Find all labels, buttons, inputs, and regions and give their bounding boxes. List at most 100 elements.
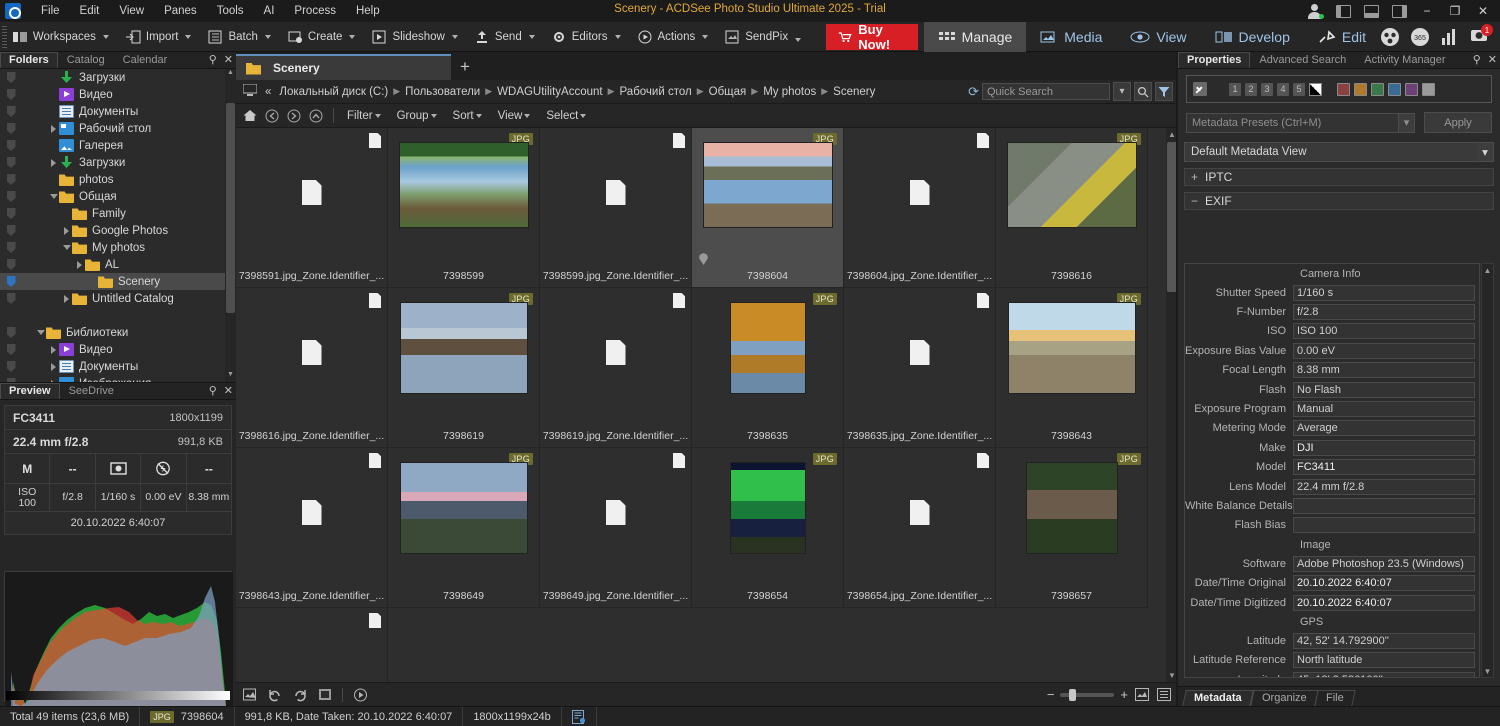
- minimize-button[interactable]: −: [1414, 1, 1440, 21]
- thumbnail-cell[interactable]: JPG 7398599: [388, 128, 540, 288]
- chevron-down-icon[interactable]: [451, 34, 458, 39]
- tree-item-[interactable]: Документы: [0, 103, 236, 120]
- forward-icon[interactable]: [284, 106, 304, 126]
- exif-field-value[interactable]: [1293, 517, 1475, 534]
- tab-preview[interactable]: Preview: [0, 383, 60, 399]
- exif-scroll-down[interactable]: ▼: [1482, 665, 1493, 677]
- layout-bottom-icon[interactable]: [1358, 1, 1384, 21]
- metadata-presets-select[interactable]: Metadata Presets (Ctrl+M) ▾: [1186, 112, 1415, 133]
- thumbnail-cell[interactable]: JPG 7398635: [692, 288, 844, 448]
- thumbnail-image[interactable]: [729, 462, 806, 554]
- rating-3[interactable]: 3: [1261, 82, 1273, 96]
- tab-folders[interactable]: Folders: [0, 52, 58, 68]
- exif-field-value[interactable]: DJI: [1293, 439, 1475, 456]
- restore-button[interactable]: ❐: [1442, 1, 1468, 21]
- rotate-left-icon[interactable]: [267, 687, 283, 703]
- metadata-view-select[interactable]: Default Metadata View ▾: [1184, 142, 1494, 162]
- chevron-down-icon[interactable]: [528, 34, 535, 39]
- chevron-down-icon[interactable]: [795, 37, 802, 42]
- exif-field-value[interactable]: f/2.8: [1293, 304, 1475, 321]
- breadcrumb-item-0[interactable]: Локальный диск (C:): [275, 86, 392, 98]
- chevron-down-icon[interactable]: [48, 194, 59, 199]
- select-menu[interactable]: Select: [540, 108, 594, 124]
- tree-item-[interactable]: Загрузки: [0, 69, 236, 86]
- thumbnail-view-icon[interactable]: [1134, 687, 1150, 703]
- tree-flag-icon[interactable]: [0, 276, 22, 287]
- breadcrumb-item-5[interactable]: My photos: [759, 86, 820, 98]
- filter-button[interactable]: [1155, 82, 1173, 101]
- layout-left-icon[interactable]: [1330, 1, 1356, 21]
- thumbnail-cell[interactable]: 7398643.jpg_Zone.Identifier_...: [236, 448, 388, 608]
- breadcrumb-overflow[interactable]: «: [261, 86, 275, 98]
- tab-properties[interactable]: Properties: [1178, 52, 1251, 68]
- thumbnail-image[interactable]: [1007, 302, 1136, 394]
- thumbnail-cell[interactable]: JPG 7398643: [996, 288, 1148, 448]
- exif-field-value[interactable]: North latitude: [1293, 652, 1475, 669]
- close-button[interactable]: ✕: [1470, 1, 1496, 21]
- rating-1[interactable]: 1: [1229, 82, 1241, 96]
- tree-item-untitled-catalog[interactable]: Untitled Catalog: [0, 290, 236, 307]
- thumbnail-cell[interactable]: [236, 608, 388, 682]
- clear-rating-icon[interactable]: [1309, 82, 1322, 96]
- search-input[interactable]: Quick Search: [982, 83, 1110, 100]
- chevron-down-icon[interactable]: [185, 34, 192, 39]
- scroll-down-arrow[interactable]: ▼: [225, 371, 236, 382]
- computer-icon[interactable]: [236, 83, 261, 99]
- tab-calendar[interactable]: Calendar: [114, 52, 177, 68]
- tab-file[interactable]: File: [1314, 690, 1356, 706]
- mode-develop[interactable]: Develop: [1201, 22, 1304, 52]
- chevron-down-icon[interactable]: [349, 34, 356, 39]
- file-tab-scenery[interactable]: Scenery: [236, 54, 451, 80]
- pin-icon[interactable]: ⚲: [209, 384, 217, 397]
- chevron-down-icon[interactable]: [702, 34, 709, 39]
- exif-field-value[interactable]: 1/160 s: [1293, 284, 1475, 301]
- tree-flag-icon[interactable]: [0, 242, 22, 253]
- tree-flag-icon[interactable]: [0, 259, 22, 270]
- color-label-purple[interactable]: [1405, 82, 1418, 96]
- zoom-slider[interactable]: [1060, 688, 1115, 701]
- refresh-icon[interactable]: ⟳: [968, 84, 979, 100]
- layout-right-icon[interactable]: [1386, 1, 1412, 21]
- tree-flag-icon[interactable]: [0, 191, 22, 202]
- tree-flag-icon[interactable]: [0, 140, 22, 151]
- mode-media[interactable]: Media: [1026, 22, 1116, 52]
- thumbnail-image[interactable]: [399, 462, 528, 554]
- list-view-icon[interactable]: [1156, 687, 1172, 703]
- thumbnail-cell[interactable]: JPG 7398604: [692, 128, 844, 288]
- chevron-right-icon[interactable]: [48, 158, 59, 167]
- exif-field-value[interactable]: Manual: [1293, 401, 1475, 418]
- rating-5[interactable]: 5: [1293, 82, 1305, 96]
- thumbnail-image[interactable]: [1025, 462, 1118, 554]
- fullscreen-icon[interactable]: [317, 687, 333, 703]
- tree-item-[interactable]: Изображения: [0, 375, 236, 382]
- exif-field-value[interactable]: Adobe Photoshop 23.5 (Windows): [1293, 555, 1475, 572]
- color-label-red[interactable]: [1337, 82, 1350, 96]
- close-icon[interactable]: ✕: [224, 384, 233, 397]
- exif-field-value[interactable]: 22.4 mm f/2.8: [1293, 478, 1475, 495]
- exif-field-value[interactable]: 45, 18' 3.586100'': [1293, 671, 1475, 677]
- iptc-expander[interactable]: +: [1190, 170, 1199, 184]
- select-all-checkbox[interactable]: [1193, 82, 1207, 96]
- iptc-group-header[interactable]: + IPTC: [1184, 168, 1494, 186]
- tree-item-my-photos[interactable]: My photos: [0, 239, 236, 256]
- breadcrumb-item-2[interactable]: WDAGUtilityAccount: [493, 86, 606, 98]
- tree-flag-icon[interactable]: [0, 344, 22, 355]
- zoom-slider-knob[interactable]: [1069, 688, 1077, 701]
- search-button[interactable]: [1134, 82, 1152, 101]
- thumbnail-cell[interactable]: JPG 7398657: [996, 448, 1148, 608]
- tree-item-[interactable]: Загрузки: [0, 154, 236, 171]
- folder-tree[interactable]: Загрузки Видео Документы Рабочий стол Галере…: [0, 69, 236, 382]
- mode-manage[interactable]: Manage: [923, 21, 1027, 52]
- thumbnail-cell[interactable]: 7398616.jpg_Zone.Identifier_...: [236, 288, 388, 448]
- menu-item-tools[interactable]: Tools: [207, 3, 254, 19]
- exif-scrollbar[interactable]: ▲ ▼: [1481, 263, 1494, 678]
- menu-item-view[interactable]: View: [109, 3, 154, 19]
- thumbnail-cell[interactable]: 7398635.jpg_Zone.Identifier_...: [844, 288, 996, 448]
- tab-activity-manager[interactable]: Activity Manager: [1355, 52, 1454, 68]
- tree-item-[interactable]: Документы: [0, 358, 236, 375]
- breadcrumb-item-4[interactable]: Общая: [705, 86, 751, 98]
- tree-flag-icon[interactable]: [0, 208, 22, 219]
- exif-field-value[interactable]: 0.00 eV: [1293, 342, 1475, 359]
- exif-field-value[interactable]: [1293, 497, 1475, 514]
- tree-item-[interactable]: Рабочий стол: [0, 120, 236, 137]
